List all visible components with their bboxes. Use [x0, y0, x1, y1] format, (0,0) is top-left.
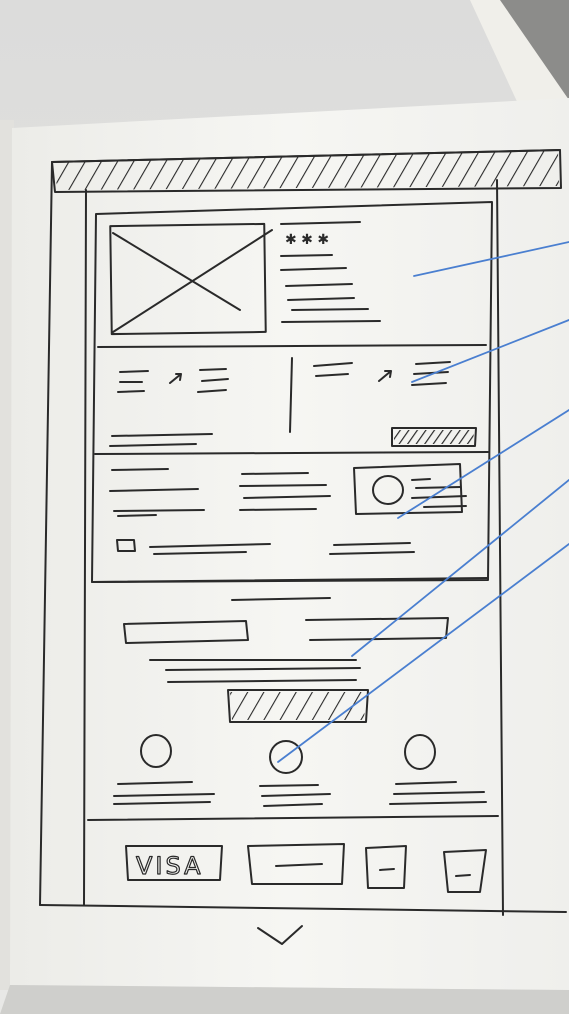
- photo-scene: ✱ ✱ ✱ VISA: [0, 0, 569, 1014]
- page-bottom-shadow: [0, 985, 569, 1014]
- rating-stars: ✱ ✱ ✱: [285, 232, 329, 248]
- visa-label: VISA: [136, 852, 204, 880]
- notebook-photo: ✱ ✱ ✱ VISA: [0, 0, 569, 1014]
